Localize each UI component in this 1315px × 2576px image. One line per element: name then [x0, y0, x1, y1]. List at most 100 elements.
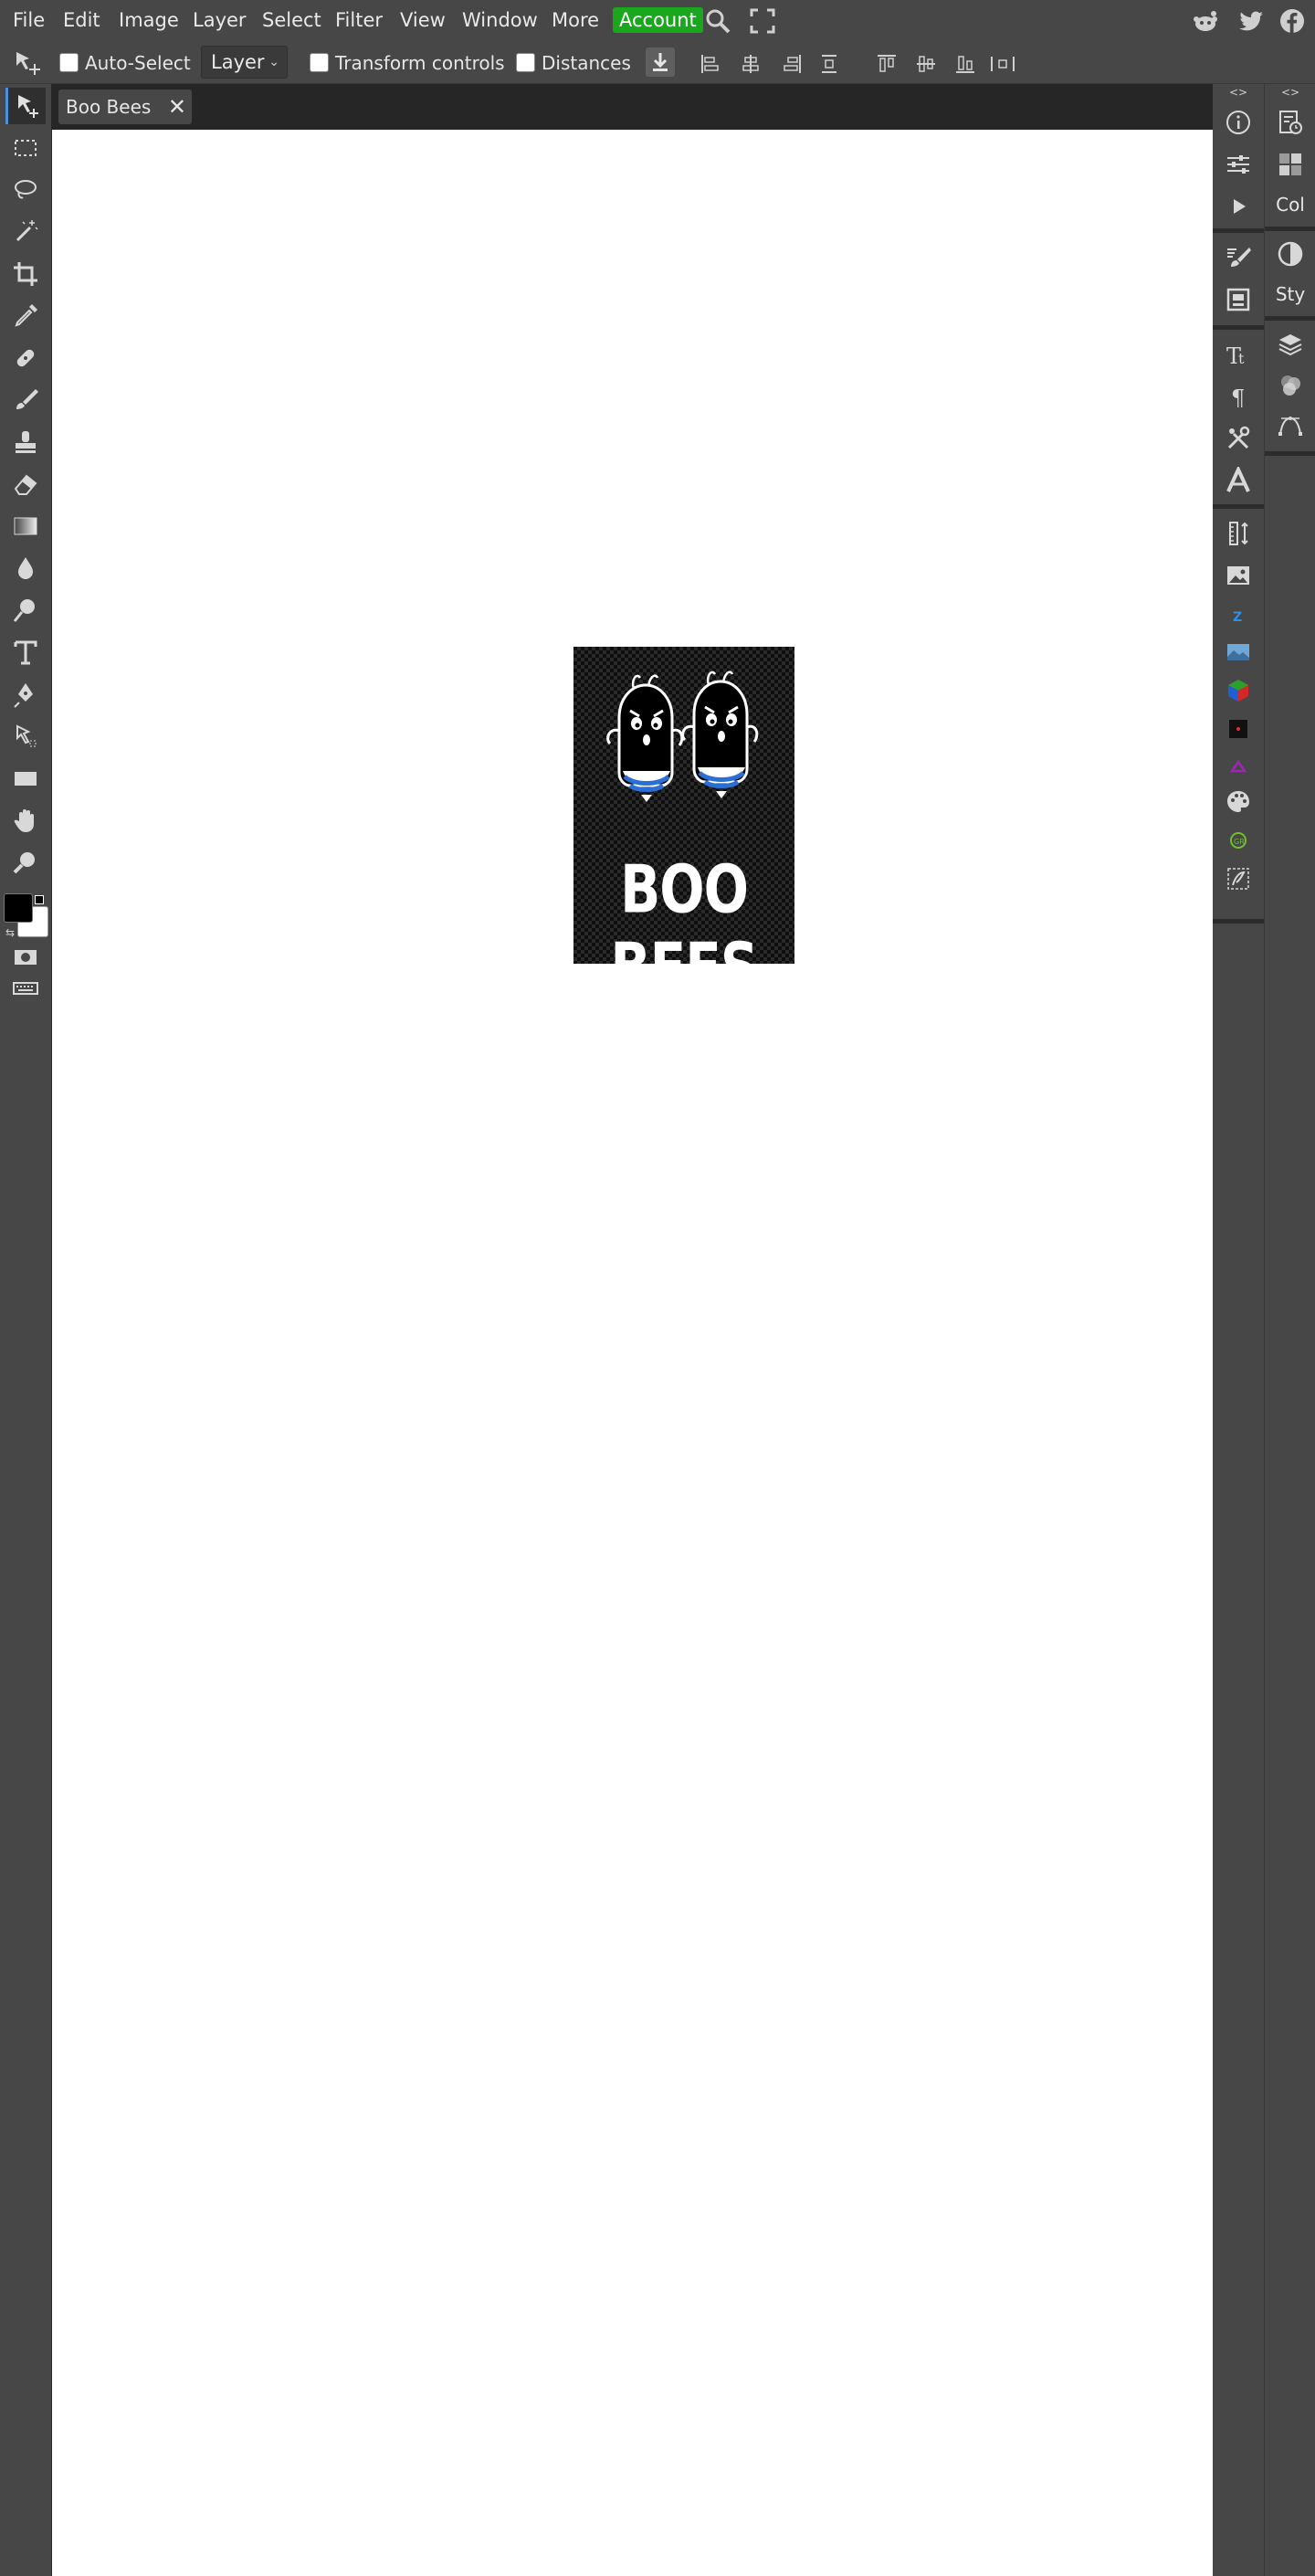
pen-tool[interactable] [5, 676, 46, 713]
plugin-landscape-icon[interactable] [1224, 638, 1253, 667]
facebook-icon[interactable] [1278, 7, 1306, 35]
account-button[interactable]: Account [613, 7, 703, 33]
reddit-icon[interactable] [1192, 7, 1219, 35]
default-colors-icon[interactable] [35, 895, 44, 904]
move-tool[interactable] [5, 88, 46, 124]
document-image: BOO BEES [573, 647, 794, 1006]
distances-checkbox[interactable] [516, 53, 535, 72]
layers-icon[interactable] [1276, 329, 1305, 358]
gradient-tool[interactable] [5, 508, 46, 544]
adjustments-icon[interactable] [1276, 239, 1305, 269]
paths-icon[interactable] [1276, 411, 1305, 440]
dodge-tool[interactable] [5, 592, 46, 628]
eraser-tool[interactable] [5, 466, 46, 502]
menu-file[interactable]: File [9, 7, 48, 33]
glyphs-icon[interactable] [1224, 466, 1253, 495]
panel-divider [1213, 504, 1264, 509]
fullscreen-icon[interactable] [749, 7, 776, 35]
brush-icon [16, 389, 38, 409]
swatches-icon[interactable] [1276, 150, 1305, 179]
document-tab-title: Boo Bees [66, 96, 152, 118]
align-left-icon[interactable] [700, 53, 721, 75]
image-library-icon[interactable] [1224, 561, 1253, 590]
lasso-tool[interactable] [5, 172, 46, 208]
actions-play-icon[interactable] [1224, 192, 1253, 221]
properties-sliders-icon[interactable] [1224, 150, 1253, 179]
distribute-vertical-icon[interactable] [818, 53, 840, 75]
menu-filter[interactable]: Filter [331, 7, 386, 33]
menu-more[interactable]: More [548, 7, 603, 33]
styles-panel-tab[interactable]: Sty [1265, 283, 1315, 305]
foreground-color-swatch[interactable] [4, 893, 33, 923]
panel-divider [1213, 228, 1264, 233]
plugin-3d-cube-icon[interactable] [1224, 676, 1253, 705]
twitter-icon[interactable] [1237, 7, 1265, 35]
menu-layer[interactable]: Layer [189, 7, 250, 33]
zoom-tool[interactable] [5, 844, 46, 881]
measure-icon[interactable] [1224, 519, 1253, 548]
auto-select-checkbox[interactable] [59, 53, 79, 72]
palette-icon[interactable] [1224, 787, 1253, 817]
clone-source-icon[interactable] [1224, 285, 1253, 314]
menu-view[interactable]: View [396, 7, 449, 33]
magic-wand-tool[interactable] [5, 214, 46, 250]
plugin-purple-icon[interactable] [1224, 753, 1253, 782]
tool-presets-icon[interactable] [1224, 424, 1253, 453]
download-icon[interactable] [646, 48, 675, 77]
chevron-down-icon: ⌄ [268, 55, 279, 69]
info-icon[interactable] [1224, 108, 1253, 137]
document-tabs: Boo Bees ✕ [51, 84, 1213, 130]
menu-select[interactable]: Select [258, 7, 325, 33]
brush-settings-icon[interactable] [1224, 243, 1253, 272]
svg-text:¶: ¶ [1231, 385, 1245, 410]
menu-window[interactable]: Window [458, 7, 542, 33]
shape-tool[interactable] [5, 760, 46, 797]
blur-tool[interactable] [5, 550, 46, 586]
character-icon[interactable]: Tt [1224, 340, 1253, 369]
plugin-dark-icon[interactable] [1224, 714, 1253, 744]
transform-controls-checkbox[interactable] [310, 53, 329, 72]
align-right-icon[interactable] [781, 53, 803, 75]
search-icon[interactable] [704, 7, 731, 35]
selection-pen-icon[interactable] [1224, 864, 1253, 893]
auto-select-label: Auto-Select [85, 52, 191, 74]
clone-stamp-tool[interactable] [5, 424, 46, 460]
ghost-bees-illustration [606, 670, 759, 802]
history-icon[interactable] [1276, 108, 1305, 137]
menu-edit[interactable]: Edit [59, 7, 104, 33]
swap-colors-icon[interactable]: ⇆ [5, 926, 15, 939]
path-select-icon [16, 724, 37, 747]
type-tool[interactable] [5, 634, 46, 670]
keyboard-shortcuts-button[interactable] [5, 970, 46, 1007]
distribute-horizontal-icon[interactable] [989, 53, 1016, 75]
lasso-icon [15, 180, 37, 199]
crop-tool[interactable] [5, 256, 46, 292]
options-bar: Auto-Select Layer ⌄ Transform controls D… [0, 40, 1315, 84]
document-tab[interactable]: Boo Bees ✕ [58, 90, 192, 124]
collapse-panel-toggle[interactable]: <> [1213, 84, 1264, 100]
layer-select[interactable]: Layer ⌄ [201, 46, 288, 79]
brush-tool[interactable] [5, 382, 46, 418]
healing-brush-tool[interactable] [5, 340, 46, 376]
align-bottom-icon[interactable] [954, 53, 976, 75]
right-panel-icons: <> Tt ¶ Z GR [1213, 84, 1264, 2576]
close-icon[interactable]: ✕ [168, 90, 186, 124]
bandage-icon [16, 349, 35, 367]
align-center-horizontal-icon[interactable] [740, 53, 762, 75]
eyedropper-tool[interactable] [5, 298, 46, 334]
collapse-panel-toggle-2[interactable]: <> [1265, 84, 1315, 100]
artwork-title-text: BOO BEES [610, 850, 758, 1006]
marquee-tool[interactable] [5, 130, 46, 166]
channels-icon[interactable] [1276, 371, 1305, 400]
plugin-zeta-icon[interactable]: Z [1224, 601, 1253, 630]
menu-image[interactable]: Image [115, 7, 183, 33]
color-panel-tab[interactable]: Col [1265, 194, 1315, 216]
align-middle-vertical-icon[interactable] [915, 53, 937, 75]
paragraph-icon[interactable]: ¶ [1224, 382, 1253, 411]
canvas-area[interactable]: BOO BEES [51, 130, 1213, 2576]
align-top-icon[interactable] [876, 53, 898, 75]
water-drop-icon [18, 557, 33, 579]
path-select-tool[interactable] [5, 718, 46, 755]
hand-tool[interactable] [5, 802, 46, 839]
plugin-green-badge-icon[interactable]: GR [1224, 826, 1253, 855]
